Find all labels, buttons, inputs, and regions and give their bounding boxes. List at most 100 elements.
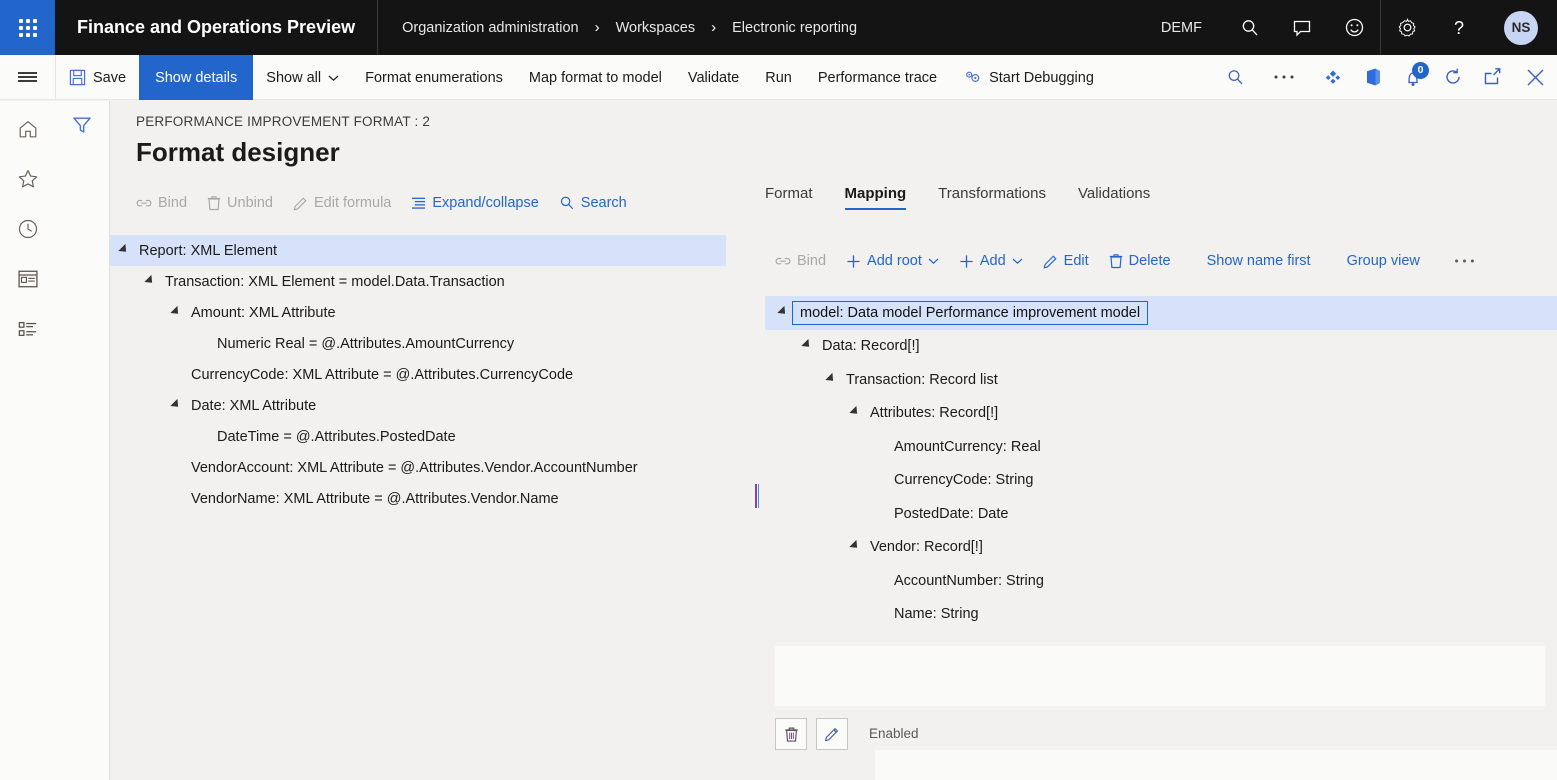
modules-list-icon[interactable] [5,309,51,349]
data-model-tree-row[interactable]: PostedDate: Date [765,497,1557,531]
company-selector[interactable]: DEMF [1139,20,1224,36]
mapping-add-button[interactable]: Add [949,249,1033,273]
tab-format[interactable]: Format [765,185,829,210]
format-tree-row[interactable]: Transaction: XML Element = model.Data.Tr… [110,266,758,297]
data-model-tree-row[interactable]: Vendor: Record[!] [765,531,1557,565]
waffle-grid-icon [19,19,37,37]
mapping-add-label: Add [980,253,1006,269]
mapping-delete-button[interactable]: Delete [1099,249,1181,273]
refresh-icon[interactable] [1433,55,1473,100]
mapping-overflow-button[interactable] [1444,254,1485,268]
data-model-name-input[interactable]: model: Data model Performance improvemen… [792,301,1148,325]
format-enumerations-button[interactable]: Format enumerations [352,55,516,100]
tab-mapping[interactable]: Mapping [829,185,923,210]
waffle-menu-button[interactable] [0,0,55,55]
data-model-tree-row[interactable]: Attributes: Record[!] [765,397,1557,431]
tab-validations[interactable]: Validations [1062,185,1166,210]
help-question-icon[interactable]: ? [1433,0,1485,55]
data-model-tree-row[interactable]: AmountCurrency: Real [765,430,1557,464]
tab-mapping-label: Mapping [845,185,907,202]
filter-funnel-icon[interactable] [71,114,93,780]
enabled-field[interactable] [875,750,1557,780]
search-icon[interactable] [1215,55,1255,100]
expand-triangle-icon[interactable] [823,364,838,395]
start-debugging-label: Start Debugging [989,70,1094,86]
expand-triangle-icon[interactable] [168,297,183,328]
hamburger-menu-icon[interactable] [0,55,55,99]
format-bind-button[interactable]: Bind [126,191,197,215]
data-model-tree-row[interactable]: model: Data model Performance improvemen… [765,296,1557,330]
main-canvas: PERFORMANCE IMPROVEMENT FORMAT : 2 Forma… [110,101,1557,780]
open-in-office-icon[interactable] [1353,55,1393,100]
run-button[interactable]: Run [752,55,805,100]
data-model-tree-row[interactable]: AccountNumber: String [765,564,1557,598]
tab-transformations[interactable]: Transformations [922,185,1062,210]
favorites-star-icon[interactable] [5,159,51,199]
close-icon[interactable] [1513,55,1557,100]
expand-triangle-icon[interactable] [847,532,862,563]
overflow-ellipsis-icon[interactable] [1255,55,1313,100]
format-tree-row[interactable]: Numeric Real = @.Attributes.AmountCurren… [110,328,758,359]
mapping-bind-button[interactable]: Bind [765,249,836,273]
format-tree-row[interactable]: Date: XML Attribute [110,390,758,421]
search-icon[interactable] [1224,0,1276,55]
office-apps-icon[interactable] [1313,55,1353,100]
start-debugging-button[interactable]: Start Debugging [950,55,1107,100]
save-button[interactable]: Save [56,55,139,100]
tree-no-caret [168,359,183,390]
breadcrumb-item-workspaces[interactable]: Workspaces [616,20,696,36]
format-tree-row[interactable]: Amount: XML Attribute [110,297,758,328]
mapping-toolbar: Bind Add root Add [765,249,1485,273]
performance-trace-button[interactable]: Performance trace [805,55,950,100]
format-tree-row[interactable]: Report: XML Element [110,235,726,266]
home-icon[interactable] [5,109,51,149]
data-model-tree-row[interactable]: Name: String [765,598,1557,632]
mapping-edit-button[interactable]: Edit [1033,249,1099,273]
mapping-add-root-button[interactable]: Add root [836,249,949,273]
format-tree-row[interactable]: VendorName: XML Attribute = @.Attributes… [110,483,758,514]
performance-trace-label: Performance trace [818,70,937,86]
recent-clock-icon[interactable] [5,209,51,249]
avatar[interactable]: NS [1504,11,1538,45]
mapping-show-name-first-button[interactable]: Show name first [1197,249,1321,273]
format-bind-label: Bind [158,195,187,211]
format-tree-row[interactable]: VendorAccount: XML Attribute = @.Attribu… [110,452,758,483]
tab-format-label: Format [765,185,813,202]
breadcrumb-item-electronic-reporting[interactable]: Electronic reporting [732,20,857,36]
show-all-label: Show all [266,70,321,86]
expand-triangle-icon[interactable] [847,398,862,429]
expand-triangle-icon[interactable] [799,331,814,362]
map-format-to-model-button[interactable]: Map format to model [516,55,675,100]
mapping-group-view-button[interactable]: Group view [1337,249,1430,273]
data-model-tree-row[interactable]: CurrencyCode: String [765,464,1557,498]
format-unbind-label: Unbind [227,195,273,211]
expand-triangle-icon[interactable] [775,297,790,328]
format-tree-row[interactable]: DateTime = @.Attributes.PostedDate [110,421,758,452]
mapping-bind-label: Bind [797,253,826,269]
expand-triangle-icon[interactable] [116,235,131,266]
format-unbind-button[interactable]: Unbind [197,191,283,215]
expand-triangle-icon[interactable] [142,266,157,297]
notifications-icon[interactable]: 0 [1393,55,1433,100]
validate-button[interactable]: Validate [675,55,752,100]
edit-pencil-icon[interactable] [816,718,848,750]
feedback-smiley-icon[interactable] [1328,0,1380,55]
settings-gear-icon[interactable] [1381,0,1433,55]
pane-splitter-handle[interactable] [755,484,759,508]
show-all-button[interactable]: Show all [253,55,352,100]
expand-triangle-icon[interactable] [168,390,183,421]
data-model-tree-row[interactable]: Data: Record[!] [765,330,1557,364]
format-tree-row[interactable]: CurrencyCode: XML Attribute = @.Attribut… [110,359,758,390]
format-search-button[interactable]: Search [549,191,637,215]
tree-no-caret [871,565,886,596]
format-edit-formula-button[interactable]: Edit formula [283,191,401,215]
format-expand-collapse-button[interactable]: Expand/collapse [401,191,548,215]
data-model-tree-row[interactable]: Transaction: Record list [765,363,1557,397]
delete-trash-icon[interactable] [775,718,807,750]
breadcrumb-item-organization-administration[interactable]: Organization administration [402,20,579,36]
workspaces-icon[interactable] [5,259,51,299]
popout-icon[interactable] [1473,55,1513,100]
message-icon[interactable] [1276,0,1328,55]
show-details-button[interactable]: Show details [139,55,253,100]
format-edit-formula-label: Edit formula [314,195,391,211]
